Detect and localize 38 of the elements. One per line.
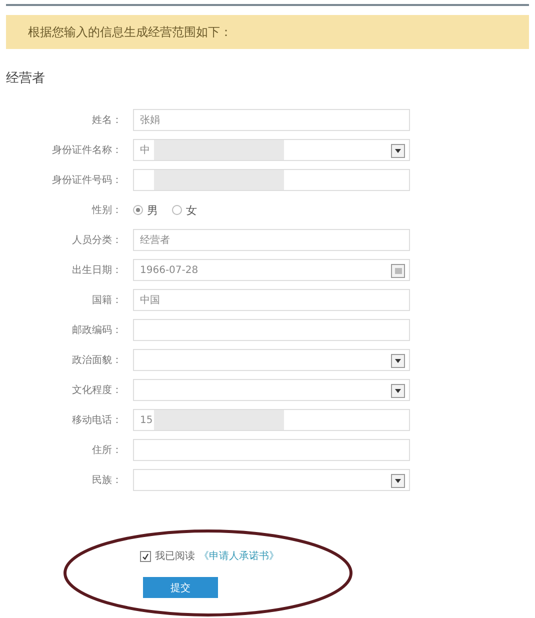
field-label: 姓名： <box>91 114 122 127</box>
dropdown-icon <box>391 354 405 368</box>
input-field[interactable] <box>133 319 410 341</box>
checkbox[interactable] <box>140 550 151 562</box>
field-label: 住所： <box>91 444 122 457</box>
input-field[interactable]: 经营者 <box>133 229 410 251</box>
select-field[interactable]: 中 <box>133 139 410 161</box>
submit-button[interactable]: 提交 <box>143 577 218 598</box>
radio-option[interactable]: 男 <box>133 202 158 218</box>
input-field[interactable]: 中国 <box>133 289 410 311</box>
radio-option[interactable]: 女 <box>172 202 197 218</box>
section-title: 经营者 <box>6 70 46 87</box>
input-field[interactable]: 张娟 <box>133 109 410 131</box>
field-label: 身份证件号码： <box>51 174 122 187</box>
input-field[interactable] <box>133 439 410 461</box>
field-label: 民族： <box>91 474 122 487</box>
select-field[interactable] <box>133 349 410 371</box>
field-label: 国籍： <box>91 294 122 307</box>
field-label: 身份证件名称： <box>51 144 122 157</box>
input-field[interactable]: 15 <box>133 409 410 431</box>
field-label: 性别： <box>90 204 122 217</box>
input-field[interactable] <box>133 169 410 191</box>
dropdown-icon <box>391 384 405 398</box>
agreement-link[interactable]: 《申请人承诺书》 <box>199 549 279 563</box>
notice-banner: 根据您输入的信息生成经营范围如下： <box>6 15 529 49</box>
field-label: 出生日期： <box>71 264 122 277</box>
dropdown-icon <box>391 474 405 488</box>
date-field[interactable]: 1966-07-28 <box>133 259 410 281</box>
calendar-icon <box>391 264 405 278</box>
dropdown-icon <box>391 144 405 158</box>
field-label: 移动电话： <box>71 414 122 427</box>
field-label: 人员分类： <box>71 234 122 247</box>
agreement-text: 我已阅读 <box>155 550 195 563</box>
field-label: 邮政编码： <box>71 324 122 337</box>
field-label: 文化程度： <box>71 384 122 397</box>
field-label: 政治面貌： <box>71 354 122 367</box>
select-field[interactable] <box>133 379 410 401</box>
select-field[interactable] <box>133 469 410 491</box>
